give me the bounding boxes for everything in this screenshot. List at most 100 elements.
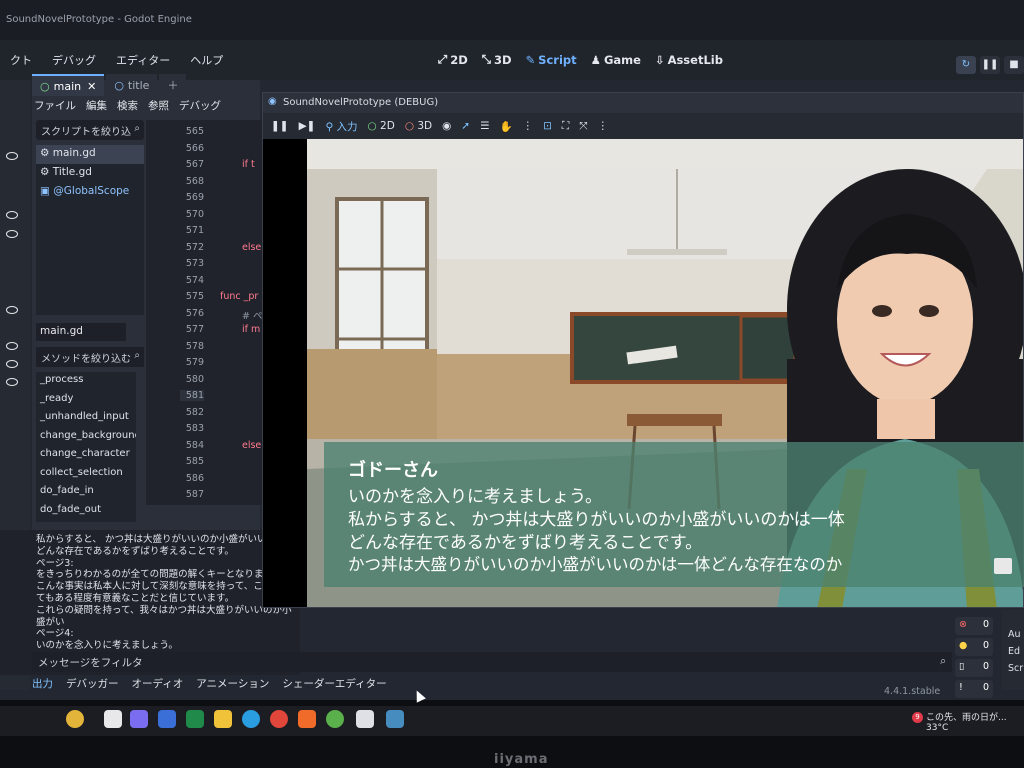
script-menu-edit[interactable]: 編集 [86, 98, 107, 113]
line-number: 572 [185, 242, 204, 253]
workspace-switcher: ⤢ 2D ⤡ 3D ✎ Script ♟ Game ⇩ AssetLib [438, 52, 723, 67]
search-icon: ⌕ [940, 655, 946, 667]
mode-game-button[interactable]: ♟ Game [591, 52, 641, 67]
weather-widget-icon[interactable] [66, 710, 84, 728]
tab-title[interactable]: ○ title [106, 74, 158, 96]
visibility-eye-icon[interactable] [6, 306, 18, 314]
dialogue-line: どんな存在であるかをずばり考えることです。 [348, 533, 703, 553]
visibility-eye-icon[interactable] [6, 152, 18, 160]
list-item[interactable]: do_fade_in [36, 483, 136, 502]
visibility-eye-icon[interactable] [6, 211, 18, 219]
weather-text[interactable]: この先、雨の日が... 33°C [908, 713, 1007, 733]
tab-output[interactable]: 出力 [32, 676, 53, 691]
chrome-icon[interactable] [270, 710, 288, 728]
menu-help[interactable]: ヘルプ [180, 52, 233, 68]
log-book-icon[interactable] [994, 558, 1012, 574]
line-number: 587 [185, 489, 204, 500]
input-mode-button[interactable]: ⚲ 入力 [325, 119, 357, 134]
script-menu-goto[interactable]: 参照 [148, 98, 169, 113]
list-item[interactable]: _unhandled_input [36, 409, 136, 428]
copilot-icon[interactable] [130, 710, 148, 728]
inspector-item[interactable]: Ed [1008, 643, 1024, 660]
line-number: 568 [185, 176, 204, 187]
log-line: これらの疑問を持って、我々はかつ丼は大盛りがいいのか小盛がい [36, 604, 292, 628]
select-icon[interactable]: ➚ [461, 120, 470, 132]
pan-icon[interactable]: ✋ [500, 120, 513, 133]
list-item[interactable]: change_background [36, 428, 136, 447]
outlook-icon[interactable] [158, 710, 176, 728]
list-item[interactable]: ⚙ main.gd [36, 145, 144, 164]
next-frame-icon[interactable]: ▶❚ [299, 120, 316, 132]
app-icon[interactable] [356, 710, 374, 728]
visibility-eye-icon[interactable] [6, 342, 18, 350]
reload-icon: ↻ [961, 59, 971, 70]
log-line: 私からすると、 かつ丼は大盛りがいいのか小盛がいいのかは [36, 534, 295, 545]
file-explorer-icon[interactable] [214, 710, 232, 728]
mode-assetlib-button[interactable]: ⇩ AssetLib [655, 52, 723, 67]
pause-button[interactable]: ❚❚ [980, 56, 1000, 74]
reload-button[interactable]: ↻ [956, 56, 976, 74]
eye-icon[interactable]: ◉ [442, 120, 451, 132]
message-filter-input[interactable]: メッセージをフィルタ ⌕ [32, 652, 952, 672]
mode-2d-button[interactable]: ⤢ 2D [438, 52, 468, 67]
brave-icon[interactable] [298, 710, 316, 728]
method-filter-input[interactable]: メソッドを絞り込む ⌕ [36, 347, 144, 367]
list-item[interactable]: _process [36, 372, 136, 391]
visibility-eye-icon[interactable] [6, 378, 18, 386]
script-filter-input[interactable]: スクリプトを絞り込 ⌕ [36, 120, 144, 140]
mode-script-button[interactable]: ✎ Script [526, 52, 577, 67]
error-counter[interactable]: ⊗ 0 [955, 617, 993, 635]
app-icon[interactable] [326, 710, 344, 728]
list-item[interactable]: change_character [36, 446, 136, 465]
expand-icon[interactable]: ⛶ [562, 120, 569, 133]
list-item[interactable]: ▣ @GlobalScope [36, 183, 144, 202]
menu-editor[interactable]: エディター [106, 52, 180, 68]
edge-icon[interactable] [242, 710, 260, 728]
visibility-eye-icon[interactable] [6, 360, 18, 368]
script-menu-search[interactable]: 検索 [117, 98, 138, 113]
log-line: てもある程度有意義なことだと信じています。 [36, 592, 235, 604]
more-icon[interactable]: ⋮ [598, 120, 609, 132]
mode-2d-toggle[interactable]: ○ 2D [368, 120, 395, 132]
task-view-icon[interactable] [104, 710, 122, 728]
add-tab-button[interactable]: ＋ [159, 74, 187, 96]
fit-icon[interactable]: ⤧ [579, 120, 587, 133]
mode-3d-button[interactable]: ⤡ 3D [482, 52, 512, 67]
log-line: どんな存在であるかをずばり考えることです。 [36, 545, 234, 557]
inspector-item[interactable]: Au [1008, 626, 1024, 643]
line-number: 578 [185, 341, 204, 352]
script-menu-file[interactable]: ファイル [34, 98, 76, 113]
log-line: いのかを念入りに考えましょう。 [36, 640, 178, 652]
info-icon: ! [959, 682, 963, 693]
list-icon[interactable]: ☰ [480, 120, 489, 132]
script-menu-debug[interactable]: デバッグ [179, 98, 221, 113]
close-icon[interactable]: ✕ [87, 80, 96, 93]
line-number: 585 [185, 456, 204, 467]
more-icon[interactable]: ⋮ [523, 120, 534, 132]
message-counter[interactable]: ▯ 0 [955, 659, 993, 677]
list-item[interactable]: ⚙ Title.gd [36, 164, 144, 183]
info-counter[interactable]: ! 0 [955, 680, 993, 698]
warning-counter[interactable]: ● 0 [955, 638, 993, 656]
tab-audio[interactable]: オーディオ [132, 676, 184, 691]
log-line: ページ3: [36, 557, 74, 569]
tab-shader-editor[interactable]: シェーダーエディター [282, 676, 386, 691]
inspector-item[interactable]: Scri [1008, 660, 1024, 677]
tab-main[interactable]: ○ main ✕ [32, 74, 105, 96]
list-item[interactable]: _ready [36, 391, 136, 410]
pause-icon[interactable]: ❚❚ [271, 120, 289, 132]
menu-debug[interactable]: デバッグ [42, 52, 106, 68]
visibility-eye-icon[interactable] [6, 230, 18, 238]
list-item[interactable]: collect_selection [36, 465, 136, 484]
excel-icon[interactable] [186, 710, 204, 728]
letterbox-bar [263, 139, 307, 607]
list-item[interactable]: do_fade_out [36, 502, 136, 521]
mode-3d-toggle[interactable]: ○ 3D [405, 120, 432, 132]
godot-taskbar-icon[interactable] [386, 710, 404, 728]
tab-animation[interactable]: アニメーション [196, 676, 269, 691]
stop-button[interactable]: ■ [1004, 56, 1024, 74]
tab-debugger[interactable]: デバッガー [66, 676, 119, 691]
menu-project[interactable]: クト [0, 52, 42, 68]
focus-icon[interactable]: ⊡ [543, 120, 552, 132]
log-line: ページ4: [36, 628, 74, 640]
